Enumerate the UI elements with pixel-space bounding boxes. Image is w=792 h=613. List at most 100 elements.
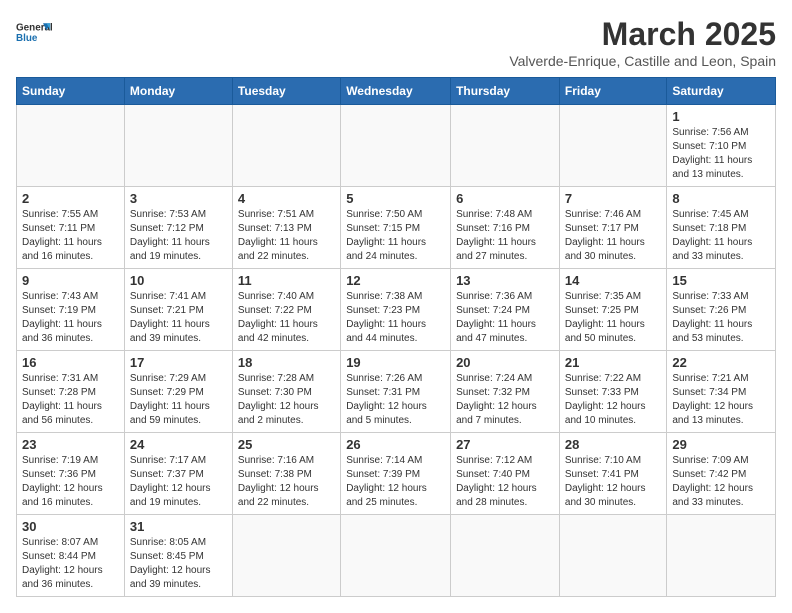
title-area: March 2025 Valverde-Enrique, Castille an…	[509, 16, 776, 69]
day-number: 22	[672, 355, 770, 370]
day-number: 5	[346, 191, 445, 206]
calendar-cell: 1Sunrise: 7:56 AM Sunset: 7:10 PM Daylig…	[667, 105, 776, 187]
calendar-cell	[232, 105, 340, 187]
calendar-cell: 24Sunrise: 7:17 AM Sunset: 7:37 PM Dayli…	[124, 433, 232, 515]
day-number: 2	[22, 191, 119, 206]
day-info: Sunrise: 7:19 AM Sunset: 7:36 PM Dayligh…	[22, 454, 119, 510]
header-day-sunday: Sunday	[17, 78, 125, 105]
calendar-cell: 3Sunrise: 7:53 AM Sunset: 7:12 PM Daylig…	[124, 187, 232, 269]
day-info: Sunrise: 7:09 AM Sunset: 7:42 PM Dayligh…	[672, 454, 770, 510]
day-number: 30	[22, 519, 119, 534]
calendar-cell	[341, 105, 451, 187]
calendar-cell: 23Sunrise: 7:19 AM Sunset: 7:36 PM Dayli…	[17, 433, 125, 515]
calendar-cell: 22 Sunrise: 7:21 AM Sunset: 7:34 PM Dayli…	[667, 351, 776, 433]
calendar-cell: 18 Sunrise: 7:28 AM Sunset: 7:30 PM Dayli…	[232, 351, 340, 433]
calendar-cell: 7Sunrise: 7:46 AM Sunset: 7:17 PM Daylig…	[559, 187, 666, 269]
calendar-cell: 17 Sunrise: 7:29 AM Sunset: 7:29 PM Dayli…	[124, 351, 232, 433]
day-info: Sunrise: 7:50 AM Sunset: 7:15 PM Dayligh…	[346, 208, 445, 264]
day-info: Sunrise: 7:48 AM Sunset: 7:16 PM Dayligh…	[456, 208, 554, 264]
calendar-cell: 25 Sunrise: 7:16 AM Sunset: 7:38 PM Dayli…	[232, 433, 340, 515]
day-number: 18	[238, 355, 335, 370]
day-number: 4	[238, 191, 335, 206]
day-number: 28	[565, 437, 661, 452]
day-number: 8	[672, 191, 770, 206]
day-info: Sunrise: 7:24 AM Sunset: 7:32 PM Dayligh…	[456, 372, 554, 428]
subtitle: Valverde-Enrique, Castille and Leon, Spa…	[509, 53, 776, 69]
day-info: Sunrise: 7:14 AM Sunset: 7:39 PM Dayligh…	[346, 454, 445, 510]
day-number: 14	[565, 273, 661, 288]
header-day-friday: Friday	[559, 78, 666, 105]
calendar-cell: 13Sunrise: 7:36 AM Sunset: 7:24 PM Dayli…	[451, 269, 560, 351]
day-info: Sunrise: 7:53 AM Sunset: 7:12 PM Dayligh…	[130, 208, 227, 264]
calendar-cell	[17, 105, 125, 187]
day-info: Sunrise: 7:17 AM Sunset: 7:37 PM Dayligh…	[130, 454, 227, 510]
logo-icon: General Blue	[16, 16, 52, 52]
header-day-monday: Monday	[124, 78, 232, 105]
week-row-0: 1Sunrise: 7:56 AM Sunset: 7:10 PM Daylig…	[17, 105, 776, 187]
day-number: 16	[22, 355, 119, 370]
week-row-1: 2 Sunrise: 7:55 AM Sunset: 7:11 PM Daylig…	[17, 187, 776, 269]
day-info: Sunrise: 7:55 AM Sunset: 7:11 PM Dayligh…	[22, 208, 119, 264]
calendar-cell: 27Sunrise: 7:12 AM Sunset: 7:40 PM Dayli…	[451, 433, 560, 515]
calendar-cell: 15Sunrise: 7:33 AM Sunset: 7:26 PM Dayli…	[667, 269, 776, 351]
calendar-cell	[451, 105, 560, 187]
calendar-cell: 4Sunrise: 7:51 AM Sunset: 7:13 PM Daylig…	[232, 187, 340, 269]
week-row-2: 9 Sunrise: 7:43 AM Sunset: 7:19 PM Daylig…	[17, 269, 776, 351]
day-number: 1	[672, 109, 770, 124]
day-number: 9	[22, 273, 119, 288]
calendar-cell: 10Sunrise: 7:41 AM Sunset: 7:21 PM Dayli…	[124, 269, 232, 351]
header-day-thursday: Thursday	[451, 78, 560, 105]
week-row-5: 30 Sunrise: 8:07 AM Sunset: 8:44 PM Dayli…	[17, 515, 776, 597]
day-info: Sunrise: 7:45 AM Sunset: 7:18 PM Dayligh…	[672, 208, 770, 264]
day-info: Sunrise: 7:10 AM Sunset: 7:41 PM Dayligh…	[565, 454, 661, 510]
day-info: Sunrise: 7:16 AM Sunset: 7:38 PM Dayligh…	[238, 454, 335, 510]
day-number: 12	[346, 273, 445, 288]
calendar-cell: 16 Sunrise: 7:31 AM Sunset: 7:28 PM Dayli…	[17, 351, 125, 433]
day-info: Sunrise: 7:38 AM Sunset: 7:23 PM Dayligh…	[346, 290, 445, 346]
calendar-cell: 8 Sunrise: 7:45 AM Sunset: 7:18 PM Daylig…	[667, 187, 776, 269]
calendar-cell: 14Sunrise: 7:35 AM Sunset: 7:25 PM Dayli…	[559, 269, 666, 351]
day-info: Sunrise: 7:31 AM Sunset: 7:28 PM Dayligh…	[22, 372, 119, 428]
day-number: 26	[346, 437, 445, 452]
day-info: Sunrise: 7:46 AM Sunset: 7:17 PM Dayligh…	[565, 208, 661, 264]
calendar-cell: 9 Sunrise: 7:43 AM Sunset: 7:19 PM Daylig…	[17, 269, 125, 351]
calendar-cell: 5 Sunrise: 7:50 AM Sunset: 7:15 PM Daylig…	[341, 187, 451, 269]
main-title: March 2025	[509, 16, 776, 53]
day-number: 17	[130, 355, 227, 370]
day-number: 27	[456, 437, 554, 452]
day-info: Sunrise: 7:43 AM Sunset: 7:19 PM Dayligh…	[22, 290, 119, 346]
day-info: Sunrise: 8:07 AM Sunset: 8:44 PM Dayligh…	[22, 536, 119, 592]
day-number: 6	[456, 191, 554, 206]
day-info: Sunrise: 7:41 AM Sunset: 7:21 PM Dayligh…	[130, 290, 227, 346]
calendar-cell: 20Sunrise: 7:24 AM Sunset: 7:32 PM Dayli…	[451, 351, 560, 433]
calendar-cell	[341, 515, 451, 597]
calendar-cell	[667, 515, 776, 597]
calendar-cell: 28 Sunrise: 7:10 AM Sunset: 7:41 PM Dayli…	[559, 433, 666, 515]
day-info: Sunrise: 7:36 AM Sunset: 7:24 PM Dayligh…	[456, 290, 554, 346]
header-day-tuesday: Tuesday	[232, 78, 340, 105]
day-number: 29	[672, 437, 770, 452]
day-info: Sunrise: 7:28 AM Sunset: 7:30 PM Dayligh…	[238, 372, 335, 428]
calendar-cell: 11 Sunrise: 7:40 AM Sunset: 7:22 PM Dayli…	[232, 269, 340, 351]
logo: General Blue	[16, 16, 52, 52]
calendar-cell: 19Sunrise: 7:26 AM Sunset: 7:31 PM Dayli…	[341, 351, 451, 433]
calendar-cell: 12 Sunrise: 7:38 AM Sunset: 7:23 PM Dayli…	[341, 269, 451, 351]
calendar-cell: 2 Sunrise: 7:55 AM Sunset: 7:11 PM Daylig…	[17, 187, 125, 269]
calendar-cell: 30 Sunrise: 8:07 AM Sunset: 8:44 PM Dayli…	[17, 515, 125, 597]
day-number: 25	[238, 437, 335, 452]
week-row-3: 16 Sunrise: 7:31 AM Sunset: 7:28 PM Dayli…	[17, 351, 776, 433]
day-info: Sunrise: 7:21 AM Sunset: 7:34 PM Dayligh…	[672, 372, 770, 428]
day-info: Sunrise: 7:22 AM Sunset: 7:33 PM Dayligh…	[565, 372, 661, 428]
calendar-cell	[232, 515, 340, 597]
calendar-cell	[124, 105, 232, 187]
calendar-cell: 6 Sunrise: 7:48 AM Sunset: 7:16 PM Daylig…	[451, 187, 560, 269]
calendar-cell	[451, 515, 560, 597]
day-number: 11	[238, 273, 335, 288]
day-number: 21	[565, 355, 661, 370]
day-info: Sunrise: 7:40 AM Sunset: 7:22 PM Dayligh…	[238, 290, 335, 346]
header-row: SundayMondayTuesdayWednesdayThursdayFrid…	[17, 78, 776, 105]
day-number: 19	[346, 355, 445, 370]
calendar-cell	[559, 105, 666, 187]
calendar-body: 1Sunrise: 7:56 AM Sunset: 7:10 PM Daylig…	[17, 105, 776, 597]
day-info: Sunrise: 7:29 AM Sunset: 7:29 PM Dayligh…	[130, 372, 227, 428]
